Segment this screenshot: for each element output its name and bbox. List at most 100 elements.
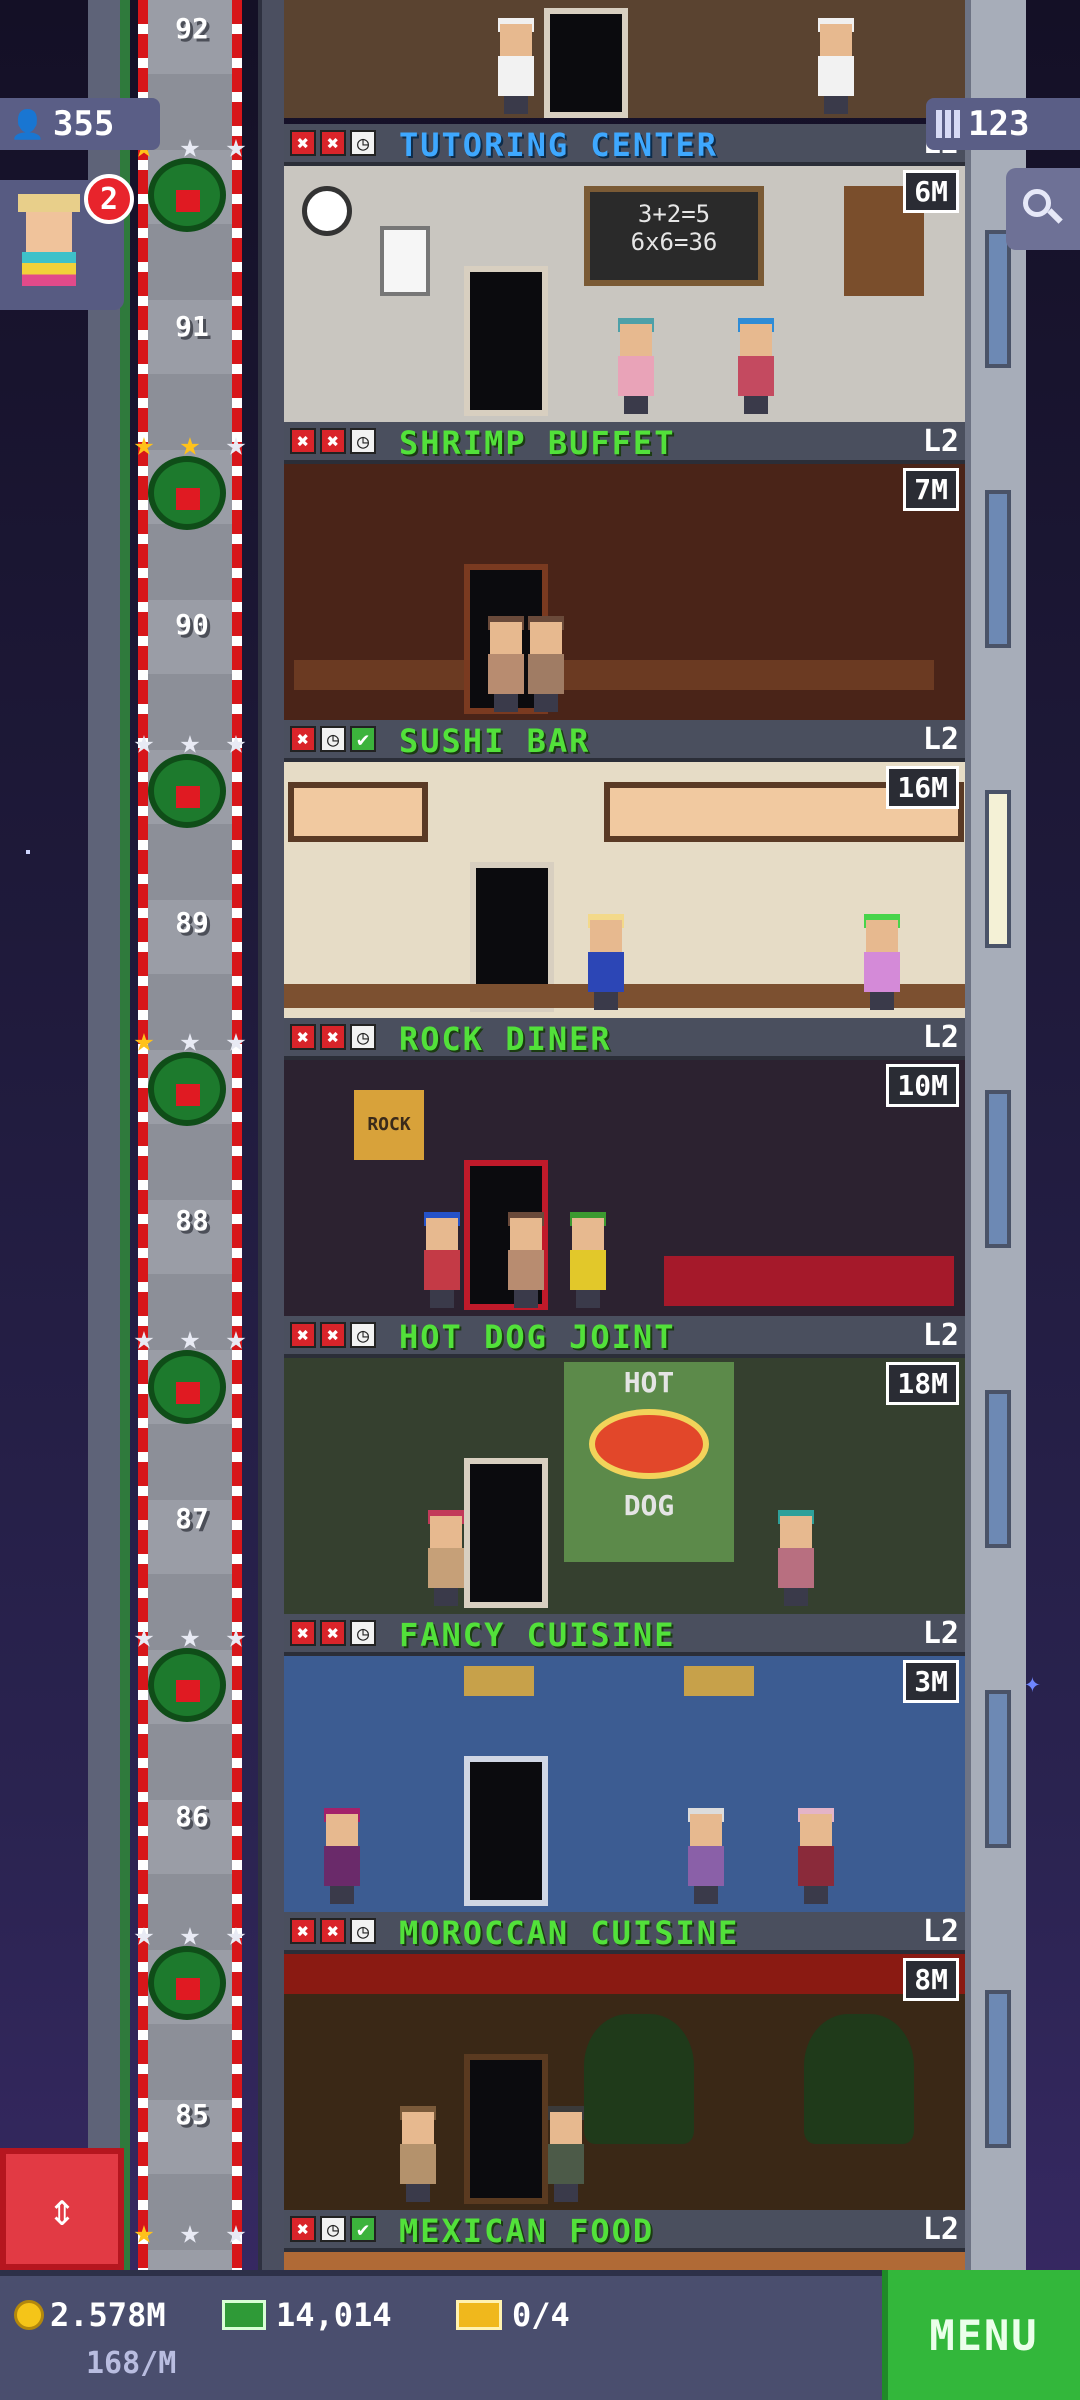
chandelier-icon	[464, 1666, 534, 1696]
bux-display[interactable]: 14,014	[222, 2296, 392, 2334]
person[interactable]	[774, 1510, 818, 1606]
person[interactable]	[396, 2106, 440, 2202]
silver-star-icon: ★	[133, 1616, 155, 1656]
tower-window	[985, 1390, 1011, 1548]
floor-rank-stars: ★ ★ ★	[122, 1316, 258, 1360]
floor-sushi-bar[interactable]: ✖ ◷ ✔ SUSHI BAR L2 16M	[284, 720, 965, 1018]
floor-mexican-food[interactable]: ✖ ◷ ✔ MEXICAN FOOD L2	[284, 2210, 965, 2270]
silver-star-icon: ★	[179, 722, 201, 762]
tower-window	[985, 490, 1011, 648]
clock-icon: ◷	[350, 1024, 376, 1050]
room-door	[544, 8, 628, 118]
person[interactable]	[320, 1808, 364, 1904]
hot-dog-sign: HOT DOG	[564, 1362, 734, 1562]
person[interactable]	[814, 18, 858, 114]
floor-hot-dog-joint[interactable]: ✖ ✖ ◷ HOT DOG JOINT L2 HOT DOG 18M	[284, 1316, 965, 1614]
person[interactable]	[584, 914, 628, 1010]
floor-header: ✖ ✖ ◷ SHRIMP BUFFET L2	[284, 422, 965, 464]
buffet-counter	[294, 660, 934, 690]
floor-level: L2	[922, 722, 959, 757]
background-sparkle: ✦	[1024, 1666, 1041, 1699]
floors-counter[interactable]: 123	[926, 98, 1080, 150]
chandelier-icon	[684, 1666, 754, 1696]
floor-fancy-cuisine[interactable]: ✖ ✖ ◷ FANCY CUISINE L2 3M	[284, 1614, 965, 1912]
person[interactable]	[524, 616, 568, 712]
floor-income-badge: 6M	[903, 170, 959, 213]
silver-star-icon: ★	[179, 1914, 201, 1954]
clock-icon: ◷	[350, 130, 376, 156]
bux-value: 14,014	[276, 2296, 392, 2334]
floor-rock-diner[interactable]: ✖ ✖ ◷ ROCK DINER L2 ROCK 10M	[284, 1018, 965, 1316]
wreath-decoration	[148, 1052, 226, 1126]
person[interactable]	[794, 1808, 838, 1904]
room-interior	[284, 762, 965, 1018]
floor-status-icons: ✖ ◷ ✔	[290, 2216, 376, 2242]
floor-header: ✖ ✖ ◷ TUTORING CENTER L2	[284, 124, 965, 166]
room-interior	[284, 1656, 965, 1912]
menu-button[interactable]: MENU	[882, 2270, 1080, 2400]
gold-star-icon: ★	[133, 1020, 155, 1060]
elevator-floor-number: 91	[175, 310, 209, 343]
person[interactable]	[504, 1212, 548, 1308]
elevator-right-rail	[258, 0, 284, 2270]
room-door	[464, 1458, 548, 1608]
search-button[interactable]	[1006, 168, 1080, 250]
stock-empty-icon: ✖	[320, 428, 346, 454]
floor-status-icons: ✖ ✖ ◷	[290, 130, 376, 156]
silver-star-icon: ★	[179, 126, 201, 166]
floor-rank-stars: ★ ★ ★	[122, 1018, 258, 1062]
tower-window	[985, 1990, 1011, 2148]
clock-icon: ◷	[320, 2216, 346, 2242]
elevator-floor-number: 87	[175, 1502, 209, 1535]
stock-empty-icon: ✖	[290, 1024, 316, 1050]
floor-shrimp-buffet[interactable]: ✖ ✖ ◷ SHRIMP BUFFET L2 7M	[284, 422, 965, 720]
stock-empty-icon: ✖	[290, 2216, 316, 2242]
diner-booths	[664, 1256, 954, 1306]
floor-header: ✖ ✖ ◷ ROCK DINER L2	[284, 1018, 965, 1060]
stock-empty-icon: ✖	[320, 1918, 346, 1944]
hot-dog-sign-bottom: DOG	[623, 1489, 675, 1522]
elevator-floor-number: 89	[175, 906, 209, 939]
floor-header: ✖ ✖ ◷ FANCY CUISINE L2	[284, 1614, 965, 1656]
person[interactable]	[566, 1212, 610, 1308]
population-counter[interactable]: 👤 355	[0, 98, 160, 150]
silver-star-icon: ★	[225, 722, 247, 762]
floor-header: ✖ ◷ ✔ MEXICAN FOOD L2	[284, 2210, 965, 2252]
person[interactable]	[424, 1510, 468, 1606]
tower-window	[985, 790, 1011, 948]
stock-empty-icon: ✖	[290, 1322, 316, 1348]
apple-poster	[380, 226, 430, 296]
coins-display[interactable]: 2.578M	[14, 2296, 166, 2334]
clock-icon: ◷	[350, 1620, 376, 1646]
chalkboard-line: 6x6=36	[630, 228, 718, 256]
floor-tutoring-center[interactable]: ✖ ✖ ◷ TUTORING CENTER L2 3+2=5 6x6=36 6M	[284, 124, 965, 422]
silver-star-icon: ★	[225, 1616, 247, 1656]
floor-status-icons: ✖ ✖ ◷	[290, 1918, 376, 1944]
elevator-floor-number: 88	[175, 1204, 209, 1237]
person[interactable]	[484, 616, 528, 712]
floor-partial-top[interactable]	[284, 0, 965, 118]
elevator-button[interactable]: ⇕	[0, 2148, 124, 2270]
person-icon: 👤	[10, 107, 45, 141]
tower-window	[985, 1090, 1011, 1248]
person[interactable]	[614, 318, 658, 414]
person[interactable]	[544, 2106, 588, 2202]
person[interactable]	[860, 914, 904, 1010]
wreath-decoration	[148, 1648, 226, 1722]
silver-star-icon: ★	[225, 424, 247, 464]
person[interactable]	[494, 18, 538, 114]
window-panel	[288, 782, 428, 842]
person[interactable]	[684, 1808, 728, 1904]
tickets-display[interactable]: 0/4	[456, 2296, 570, 2334]
floor-rank-stars: ★ ★ ★	[122, 1912, 258, 1956]
floors-value: 123	[968, 104, 1030, 144]
floor-name: FANCY CUISINE	[399, 1616, 676, 1654]
floor-moroccan-cuisine[interactable]: ✖ ✖ ◷ MOROCCAN CUISINE L2 8M	[284, 1912, 965, 2210]
person[interactable]	[420, 1212, 464, 1308]
stock-empty-icon: ✖	[320, 130, 346, 156]
palm-plant	[584, 2014, 694, 2144]
floor-level: L2	[922, 1318, 959, 1353]
floor-status-icons: ✖ ✖ ◷	[290, 1620, 376, 1646]
person[interactable]	[734, 318, 778, 414]
floor-income-badge: 3M	[903, 1660, 959, 1703]
